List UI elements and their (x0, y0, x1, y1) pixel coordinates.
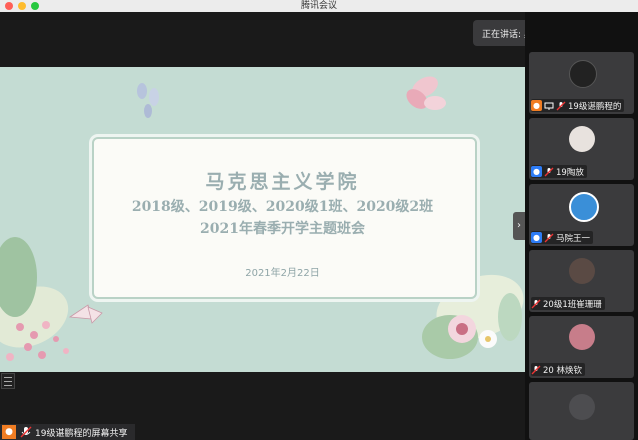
mic-muted-icon (544, 233, 554, 242)
participant-tile[interactable]: ● 马院王一 (529, 184, 634, 246)
avatar (569, 258, 595, 284)
avatar (569, 60, 597, 88)
user-icon: ● (531, 100, 542, 111)
participant-name: 19级谌鹏程的 (568, 101, 622, 112)
participant-tile[interactable]: ● 19级谌鹏程的 (529, 52, 634, 114)
chevron-right-icon: › (517, 220, 521, 231)
participant-sidebar: ● 19级谌鹏程的 ● 19陶放 ● 马院王一 20级1班崔珊珊 20 林焕钦 (525, 12, 638, 440)
participant-name-bar: 20级1班崔珊珊 (531, 297, 605, 310)
avatar (569, 324, 595, 350)
participant-name: 19陶放 (556, 167, 584, 178)
participant-tile[interactable] (529, 382, 634, 440)
avatar (569, 126, 595, 152)
expand-sidebar-button[interactable]: › (513, 212, 525, 240)
mic-muted-icon (531, 365, 541, 374)
screen-share-label: ● 19级谌鹏程的屏幕共享 (0, 424, 135, 440)
participant-name-bar: ● 19级谌鹏程的 (531, 99, 625, 112)
mic-muted-icon (531, 299, 541, 308)
participant-name-bar: ● 19陶放 (531, 165, 587, 178)
participant-tile[interactable]: 20 林焕钦 (529, 316, 634, 378)
screen-share-icon (544, 102, 554, 110)
toolbar-menu-button[interactable] (1, 373, 15, 389)
participant-tile[interactable]: 20级1班崔珊珊 (529, 250, 634, 312)
participant-name: 20 林焕钦 (543, 365, 583, 376)
participant-tile[interactable]: ● 19陶放 (529, 118, 634, 180)
avatar (569, 192, 599, 222)
user-icon: ● (531, 166, 542, 177)
mic-muted-icon (556, 101, 566, 110)
participant-name-bar: 20 林焕钦 (531, 363, 586, 376)
slide-title: 马克思主义学院 (205, 171, 360, 193)
slide-date: 2021年2月22日 (245, 268, 320, 279)
participant-name: 20级1班崔珊珊 (543, 299, 602, 310)
mic-muted-icon (20, 426, 32, 438)
user-icon: ● (531, 232, 542, 243)
slide-subtitle-event: 2021年春季开学主题班会 (200, 221, 365, 237)
user-icon: ● (2, 425, 16, 439)
participant-name-bar: ● 马院王一 (531, 231, 594, 244)
slide-subtitle-classes: 2018级、2019级、2020级1班、2020级2班 (131, 199, 434, 215)
mic-muted-icon (544, 167, 554, 176)
avatar (569, 394, 595, 420)
participant-name: 马院王一 (556, 233, 591, 244)
screen-share-owner: 19级谌鹏程的屏幕共享 (35, 428, 128, 439)
